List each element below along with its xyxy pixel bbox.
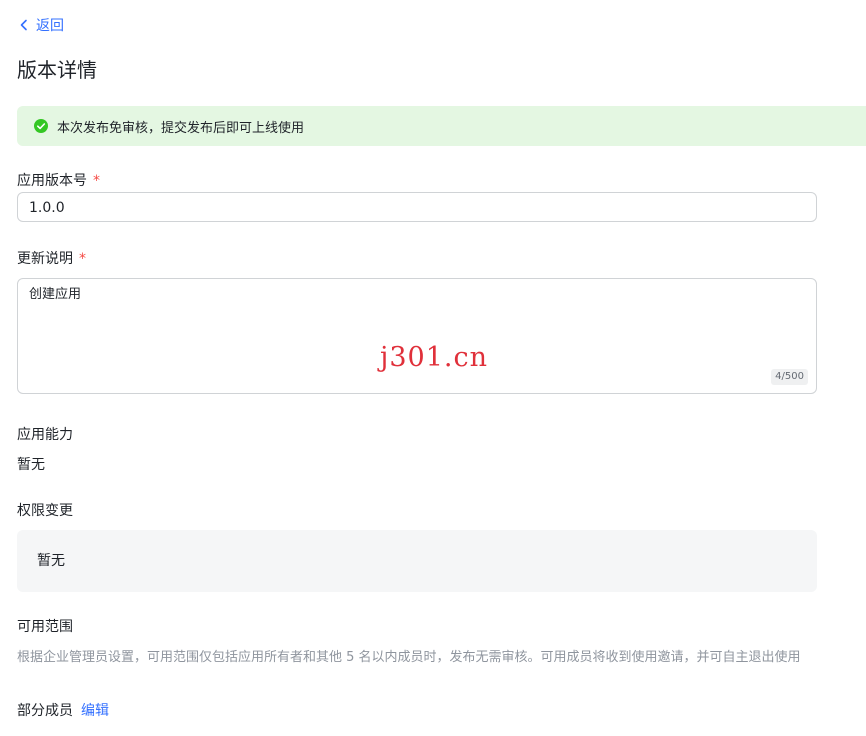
scope-label: 可用范围 <box>17 619 73 635</box>
edit-link[interactable]: 编辑 <box>81 703 109 719</box>
capability-label: 应用能力 <box>17 427 73 443</box>
permissions-label: 权限变更 <box>17 503 73 519</box>
check-circle-icon <box>34 119 48 133</box>
capability-value: 暂无 <box>17 457 45 473</box>
required-mark: * <box>79 251 86 267</box>
scope-description: 根据企业管理员设置，可用范围仅包括应用所有者和其他 5 名以内成员时，发布无需审… <box>17 650 801 665</box>
changelog-value: 创建应用 <box>29 287 82 302</box>
version-label: 应用版本号 * <box>17 173 100 189</box>
watermark: j301.cn <box>380 342 488 373</box>
char-counter: 4/500 <box>771 369 808 385</box>
back-label: 返回 <box>36 18 64 34</box>
members-label: 部分成员 <box>17 703 73 719</box>
permissions-value: 暂无 <box>37 553 65 569</box>
notice-text: 本次发布免审核，提交发布后即可上线使用 <box>57 120 305 136</box>
chevron-left-icon <box>20 19 27 31</box>
changelog-label: 更新说明 * <box>17 251 86 267</box>
changelog-textarea[interactable]: 创建应用 4/500 <box>17 278 817 394</box>
scope-members: 部分成员 编辑 <box>17 701 109 721</box>
back-link[interactable]: 返回 <box>18 15 64 35</box>
version-input[interactable]: 1.0.0 <box>17 192 817 222</box>
required-mark: * <box>93 173 100 189</box>
success-notice: 本次发布免审核，提交发布后即可上线使用 <box>17 106 866 146</box>
page-title: 版本详情 <box>17 58 97 82</box>
permissions-box: 暂无 <box>17 530 817 592</box>
